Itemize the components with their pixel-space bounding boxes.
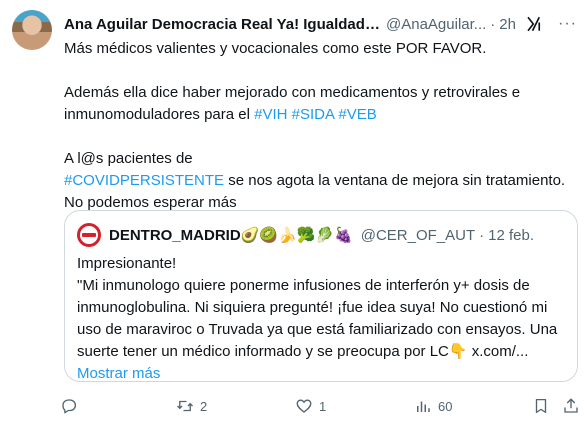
author-avatar[interactable] xyxy=(12,10,52,50)
hashtag-vih[interactable]: #VIH xyxy=(254,106,287,123)
post-paragraph-2: Además ella dice haber mejorado con medi… xyxy=(64,82,576,126)
quoted-tweet[interactable]: DENTRO_MADRID 🥑🥝🍌🥦🥬🍇 @CER_OF_AUT · 12 fe… xyxy=(64,210,578,382)
reply-button[interactable] xyxy=(60,394,84,418)
share-button[interactable] xyxy=(562,394,580,418)
action-bar: 2 1 60 xyxy=(60,394,580,418)
reply-icon xyxy=(62,399,77,414)
hashtag-sida[interactable]: #SIDA xyxy=(292,106,335,123)
views-count: 60 xyxy=(438,398,453,414)
post-line-1: Más médicos valientes y vocacionales com… xyxy=(64,40,487,57)
quoted-separator-dot: · xyxy=(479,226,485,244)
tweet[interactable]: Ana Aguilar Democracia Real Ya! Igualdad… xyxy=(0,0,586,424)
like-count: 1 xyxy=(319,398,327,414)
show-more-link[interactable]: Mostrar más xyxy=(77,365,160,382)
grok-icon[interactable] xyxy=(524,14,544,34)
author-display-name[interactable]: Ana Aguilar Democracia Real Ya! Igualdad… xyxy=(64,16,380,33)
bookmark-button[interactable] xyxy=(532,394,550,418)
quoted-author-name: DENTRO_MADRID xyxy=(109,226,241,244)
views-button[interactable]: 60 xyxy=(414,394,452,418)
repost-icon xyxy=(177,400,193,412)
quoted-tweet-text: Impresionante! "Mi inmunologo quiere pon… xyxy=(77,253,567,385)
repost-count: 2 xyxy=(200,398,208,414)
post-time[interactable]: 2h xyxy=(499,16,516,33)
separator-dot: · xyxy=(490,15,496,33)
more-icon[interactable]: ··· xyxy=(558,15,576,33)
repost-button[interactable]: 2 xyxy=(176,394,207,418)
quoted-text: "Mi inmunologo quiere ponerme infusiones… xyxy=(77,277,558,360)
hashtag-covidpersistente[interactable]: #COVIDPERSISTENTE xyxy=(64,172,224,189)
hashtag-veb[interactable]: #VEB xyxy=(338,106,376,123)
tweet-text: Más médicos valientes y vocacionales com… xyxy=(64,38,576,214)
post-paragraph-3-line-1: A l@s pacientes de xyxy=(64,150,193,167)
tweet-header: Ana Aguilar Democracia Real Ya! Igualdad… xyxy=(64,14,576,34)
quoted-tweet-header: DENTRO_MADRID 🥑🥝🍌🥦🥬🍇 @CER_OF_AUT · 12 fe… xyxy=(77,223,535,247)
like-icon xyxy=(296,399,312,413)
share-icon xyxy=(564,398,578,413)
author-handle[interactable]: @AnaAguilar... xyxy=(386,16,486,33)
quoted-post-date: 12 feb. xyxy=(488,226,535,244)
quoted-author-handle: @CER_OF_AUT xyxy=(360,226,476,244)
bookmark-icon xyxy=(535,398,547,414)
quoted-author-avatar xyxy=(77,223,101,247)
like-button[interactable]: 1 xyxy=(295,394,326,418)
post-paragraph-3-line-2: #COVIDPERSISTENTE se nos agota la ventan… xyxy=(64,170,576,214)
quoted-line-1: Impresionante! xyxy=(77,255,177,272)
views-icon xyxy=(417,401,430,412)
quoted-author-emoji: 🥑🥝🍌🥦🥬🍇 xyxy=(240,227,353,244)
